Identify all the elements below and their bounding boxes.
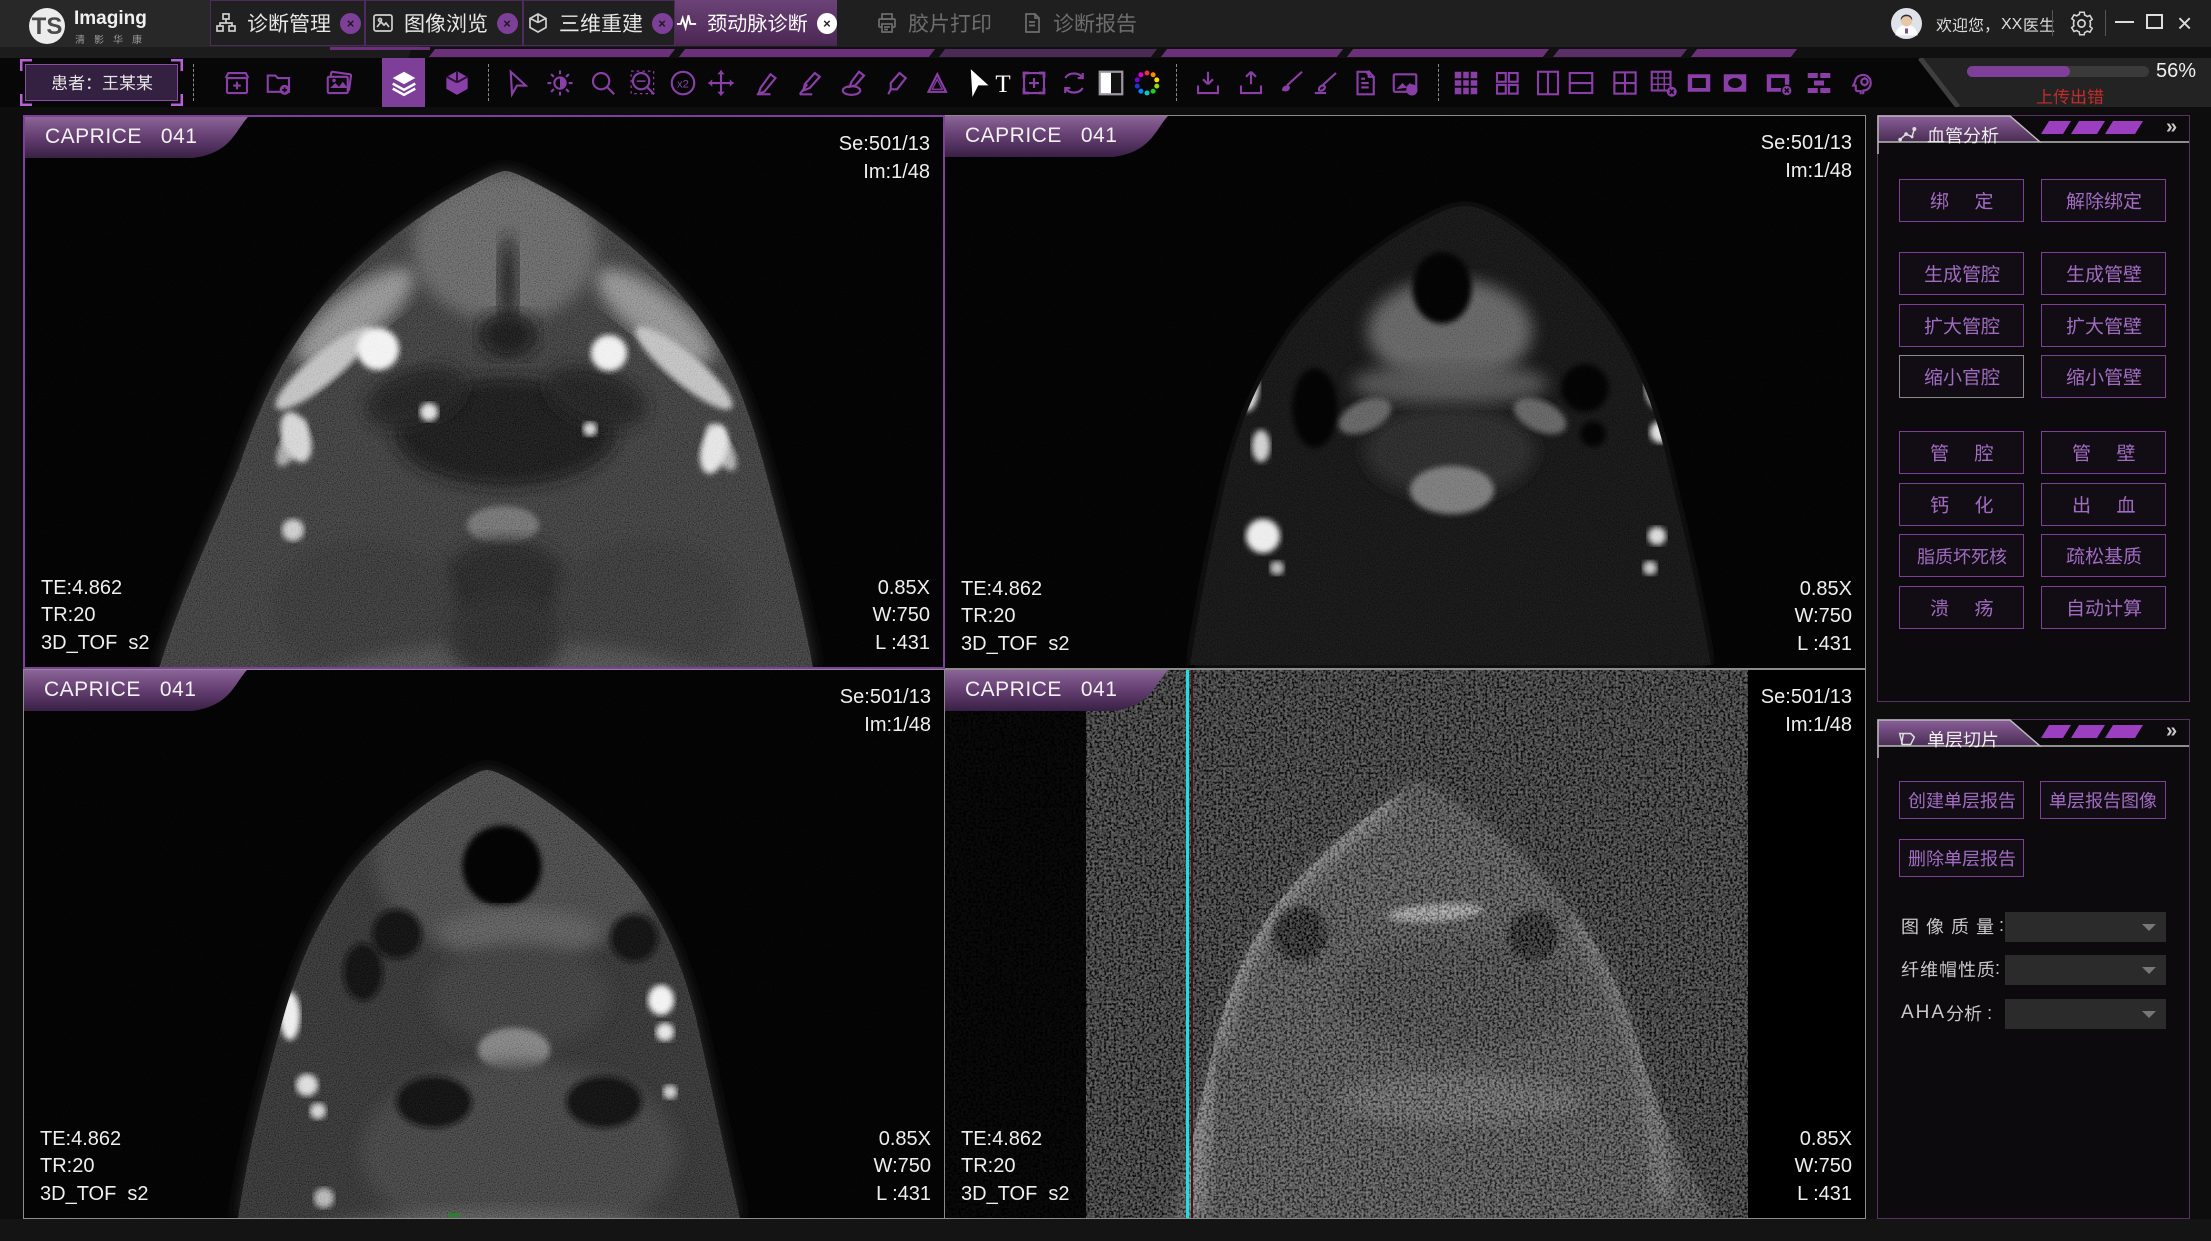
- svg-text:TS: TS: [32, 13, 63, 40]
- svg-text:T: T: [995, 70, 1010, 97]
- svg-text:x2: x2: [677, 78, 689, 90]
